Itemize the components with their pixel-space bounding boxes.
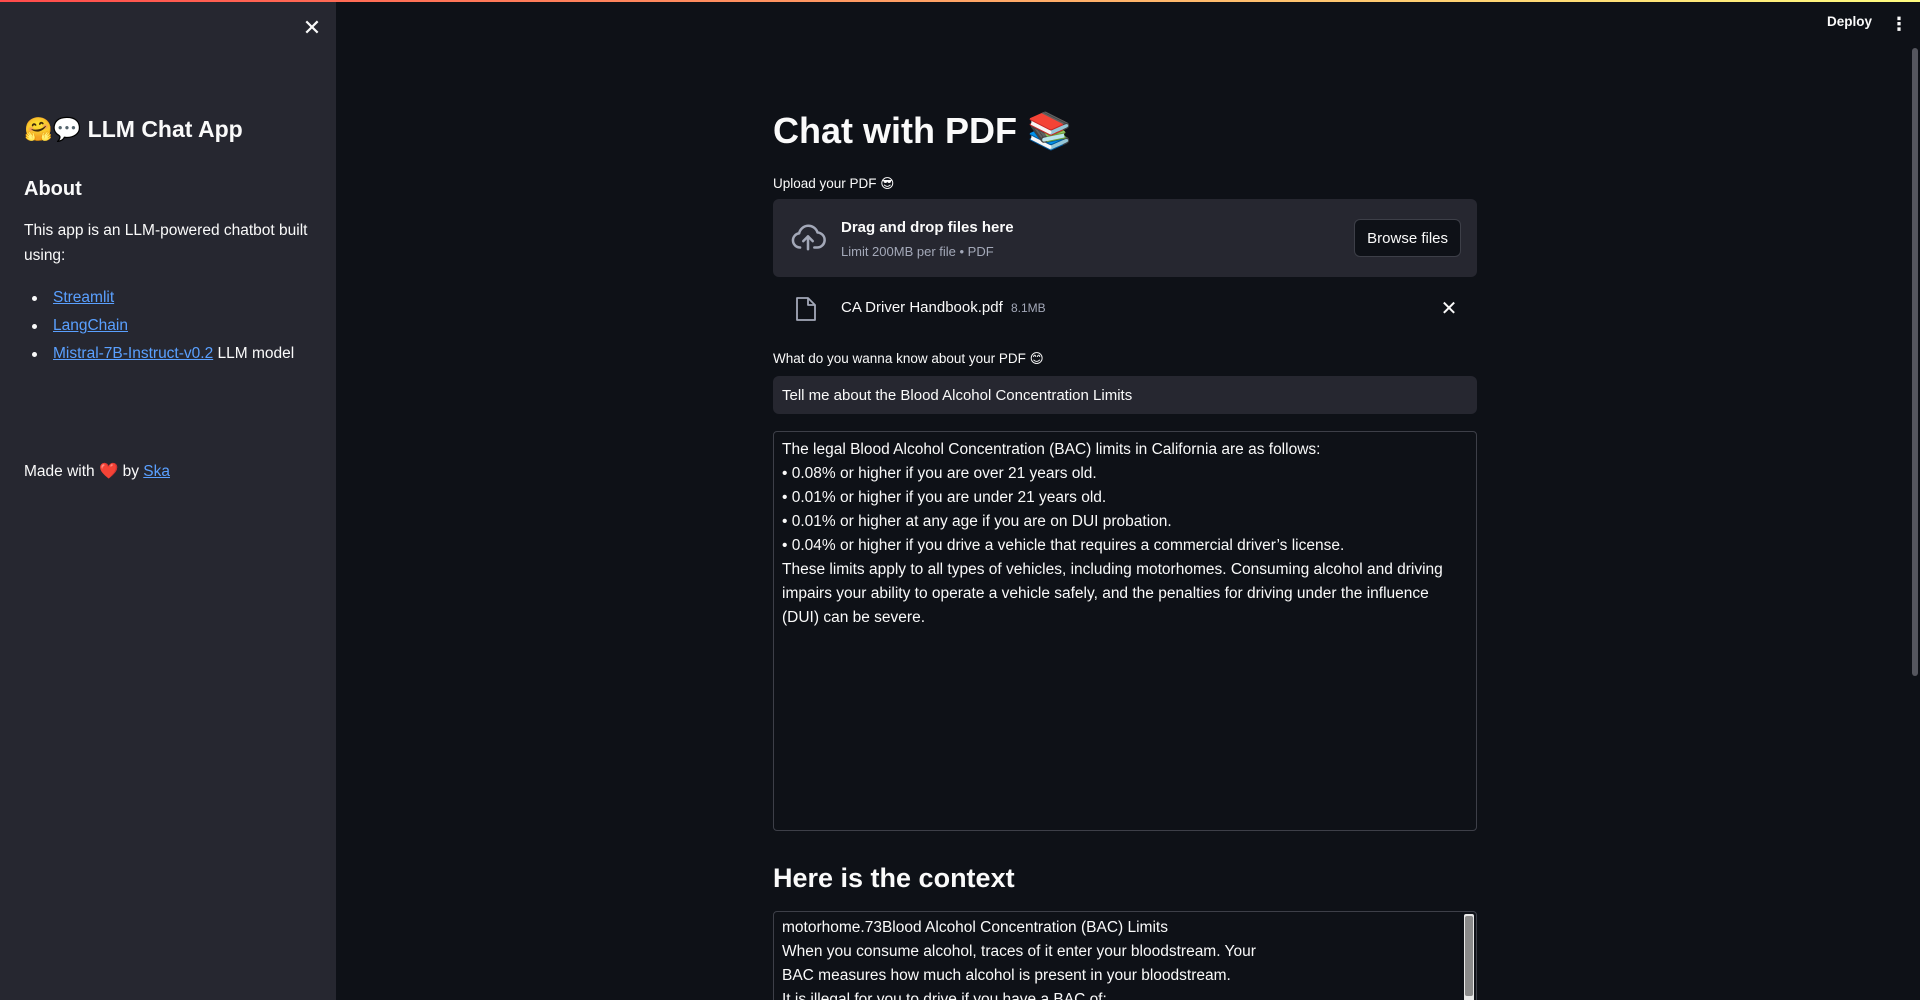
context-line: motorhome.73Blood Alcohol Concentration … bbox=[782, 919, 1168, 936]
streamlit-link[interactable]: Streamlit bbox=[53, 289, 114, 306]
sidebar: ✕ 🤗💬 LLM Chat App About This app is an L… bbox=[0, 0, 336, 1000]
context-line: When you consume alcohol, traces of it e… bbox=[782, 943, 1256, 960]
author-link[interactable]: Ska bbox=[143, 463, 170, 480]
browse-files-button[interactable]: Browse files bbox=[1354, 219, 1461, 257]
answer-line: • 0.01% or higher if you are under 21 ye… bbox=[782, 489, 1107, 506]
question-input[interactable] bbox=[773, 376, 1477, 414]
tech-list-item: Mistral-7B-Instruct-v0.2 LLM model bbox=[24, 340, 294, 368]
context-line: It is illegal for you to drive if you ha… bbox=[782, 991, 1107, 1000]
tech-list-item: Streamlit bbox=[24, 284, 294, 312]
mistral-link[interactable]: Mistral-7B-Instruct-v0.2 bbox=[53, 345, 213, 362]
sidebar-close-icon[interactable]: ✕ bbox=[300, 16, 324, 40]
context-line: BAC measures how much alcohol is present… bbox=[782, 967, 1231, 984]
page-title: Chat with PDF 📚 bbox=[773, 110, 1072, 151]
mistral-suffix: LLM model bbox=[213, 345, 295, 362]
app-header: Deploy ⋮ bbox=[336, 0, 1920, 48]
answer-line: • 0.01% or higher at any age if you are … bbox=[782, 513, 1172, 530]
dropzone-limit: Limit 200MB per file • PDF bbox=[841, 244, 994, 259]
made-with-prefix: Made with bbox=[24, 463, 95, 480]
header-decoration-bar bbox=[0, 0, 1920, 2]
dropzone-title: Drag and drop files here bbox=[841, 219, 1014, 236]
upload-label: Upload your PDF 😎 bbox=[773, 176, 895, 191]
file-icon bbox=[796, 297, 816, 321]
uploaded-file-name: CA Driver Handbook.pdf bbox=[841, 299, 1003, 316]
context-textarea[interactable]: motorhome.73Blood Alcohol Concentration … bbox=[773, 911, 1477, 1000]
about-heading: About bbox=[24, 178, 82, 200]
made-with-by: by bbox=[122, 463, 139, 480]
context-scrollbar-thumb[interactable] bbox=[1465, 916, 1473, 996]
context-heading: Here is the context bbox=[773, 863, 1015, 893]
vertical-dots-icon[interactable]: ⋮ bbox=[1890, 12, 1908, 36]
page-scrollbar-thumb[interactable] bbox=[1912, 48, 1918, 676]
deploy-button[interactable]: Deploy bbox=[1827, 14, 1872, 29]
answer-line: • 0.04% or higher if you drive a vehicle… bbox=[782, 537, 1345, 554]
uploaded-file-row: CA Driver Handbook.pdf 8.1MB ✕ bbox=[773, 289, 1477, 329]
remove-file-close-icon[interactable]: ✕ bbox=[1437, 297, 1461, 321]
question-label: What do you wanna know about your PDF 😊 bbox=[773, 351, 1044, 366]
answer-textarea[interactable]: The legal Blood Alcohol Concentration (B… bbox=[773, 431, 1477, 831]
context-scrollbar[interactable] bbox=[1464, 914, 1474, 1000]
tech-list-item: LangChain bbox=[24, 312, 294, 340]
made-with-credit: Made with ❤️ by Ska bbox=[24, 462, 170, 481]
answer-line: The legal Blood Alcohol Concentration (B… bbox=[782, 441, 1321, 458]
heart-icon: ❤️ bbox=[98, 463, 119, 480]
uploaded-file-size: 8.1MB bbox=[1011, 301, 1046, 315]
cloud-upload-icon bbox=[791, 224, 826, 251]
answer-line: These limits apply to all types of vehic… bbox=[782, 561, 1443, 626]
answer-line: • 0.08% or higher if you are over 21 yea… bbox=[782, 465, 1097, 482]
about-text: This app is an LLM-powered chatbot built… bbox=[24, 222, 308, 264]
file-dropzone[interactable]: Drag and drop files here Limit 200MB per… bbox=[773, 199, 1477, 277]
langchain-link[interactable]: LangChain bbox=[53, 317, 128, 334]
tech-list: Streamlit LangChain Mistral-7B-Instruct-… bbox=[24, 284, 294, 368]
sidebar-title: 🤗💬 LLM Chat App bbox=[24, 116, 243, 142]
